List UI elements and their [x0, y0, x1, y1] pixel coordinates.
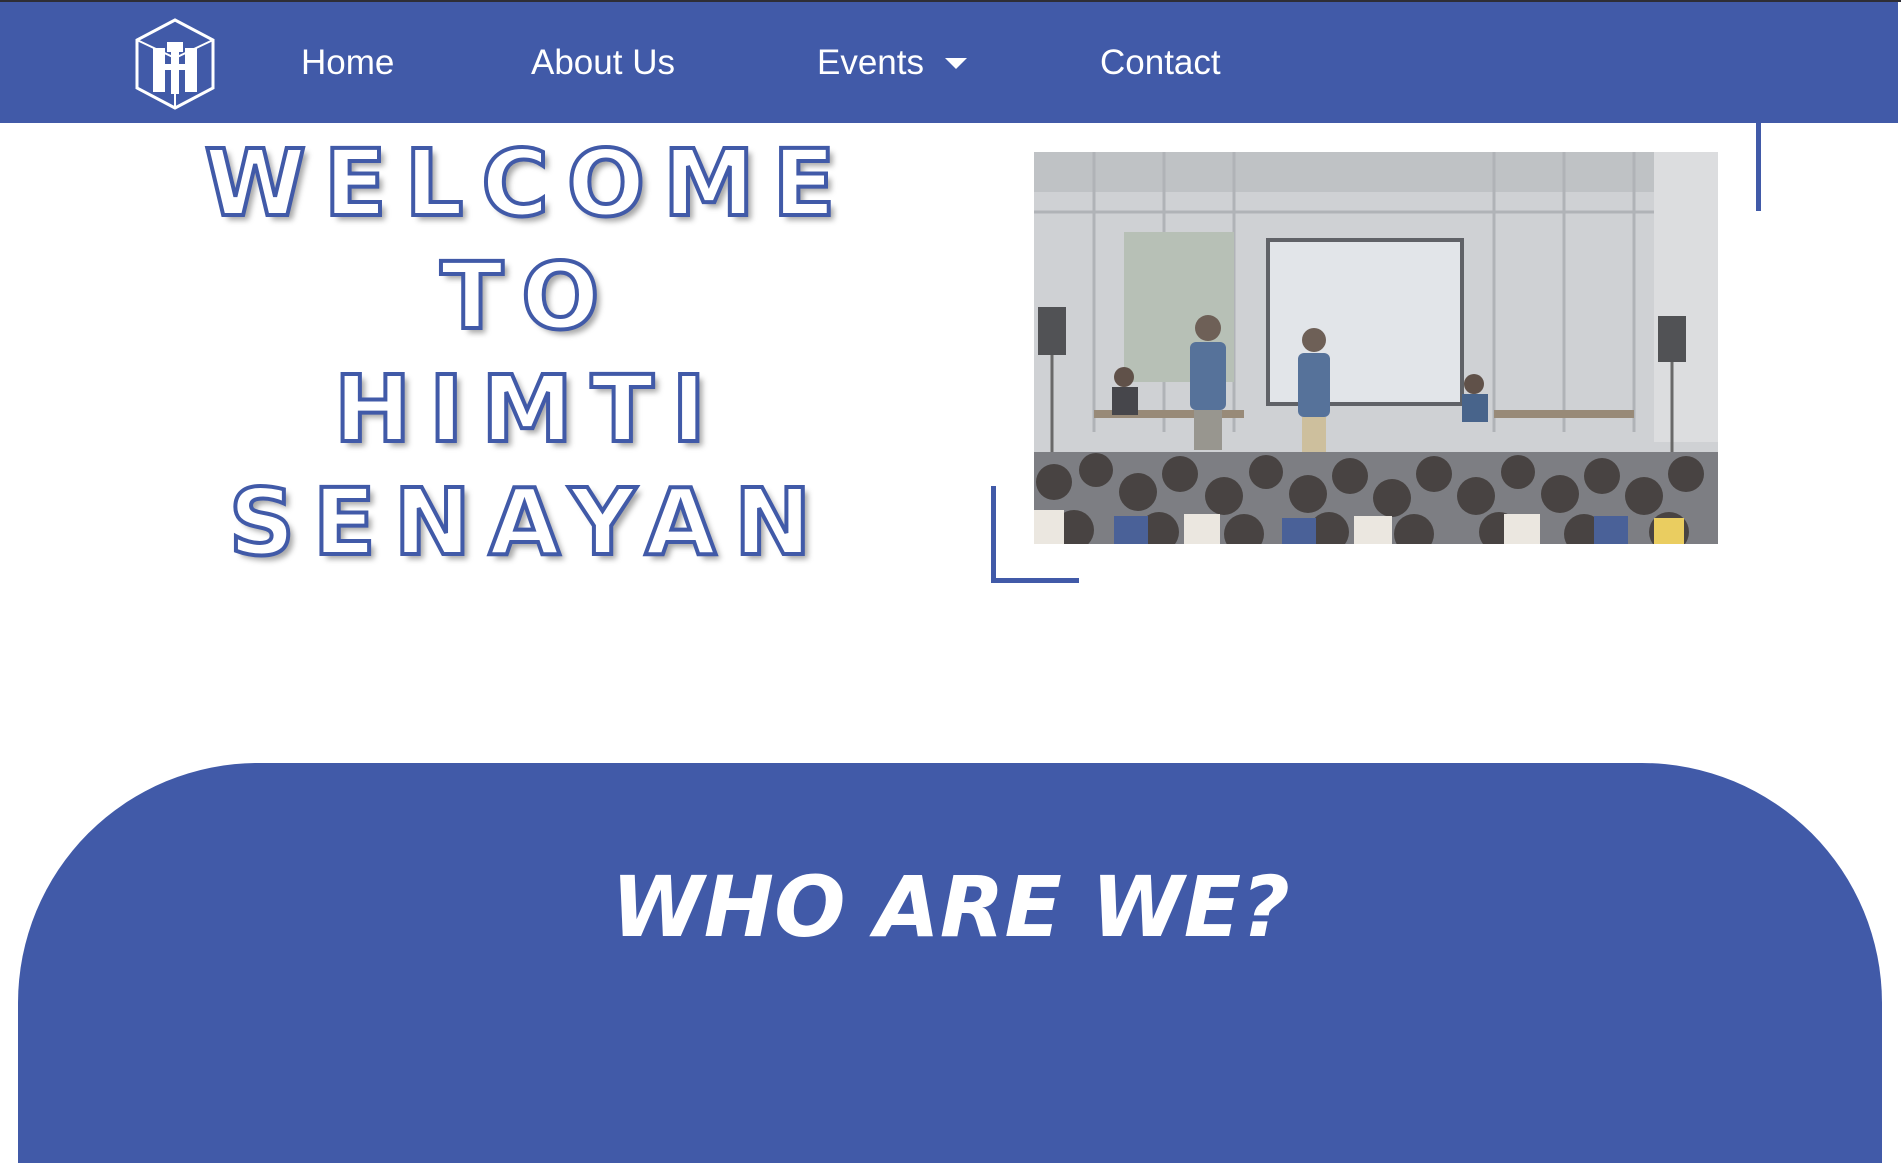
- hero-title: WELCOME TO HIMTI SENAYAN: [170, 127, 870, 579]
- caret-down-icon[interactable]: [945, 58, 967, 69]
- nav-contact-link[interactable]: Contact: [1100, 38, 1221, 88]
- navbar: Home About Us Events Contact: [0, 2, 1898, 123]
- about-section-title: WHO ARE WE?: [611, 858, 1290, 956]
- decorative-vertical-line: [1756, 122, 1761, 211]
- about-section-banner: [18, 763, 1882, 1163]
- nav-events-dropdown[interactable]: Events: [817, 38, 924, 88]
- hero-title-line: SENAYAN: [227, 467, 830, 578]
- hero-title-line: TO: [439, 241, 618, 352]
- nav-about-us-link[interactable]: About Us: [531, 38, 675, 88]
- nav-home-link[interactable]: Home: [301, 38, 394, 88]
- event-photo-illustration: [1034, 152, 1718, 544]
- event-audience-photo: [1034, 152, 1718, 544]
- himti-logo-icon[interactable]: [133, 18, 217, 110]
- hero-title-line: WELCOME: [202, 128, 854, 239]
- hero-title-line: HIMTI: [332, 354, 724, 465]
